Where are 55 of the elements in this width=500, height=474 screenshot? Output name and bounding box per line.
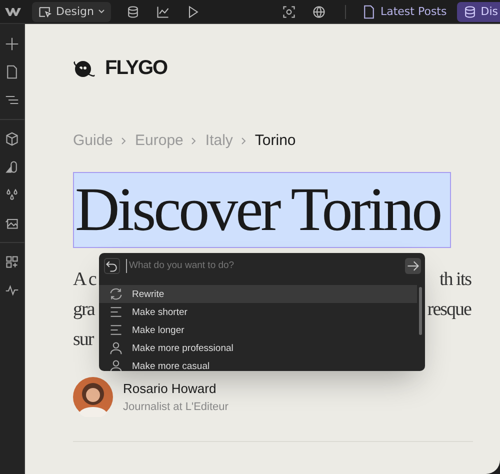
breadcrumb-item[interactable]: Torino [254, 132, 296, 149]
design-mode-button[interactable]: Design [32, 2, 111, 22]
chevron-icon [121, 136, 128, 144]
database-icon [126, 4, 140, 18]
database-icon [462, 4, 477, 18]
chevron-icon [191, 136, 198, 144]
arrow-icon [406, 258, 420, 272]
paragraph-text: th its [440, 268, 471, 292]
menu-item[interactable]: Make shorter [99, 303, 417, 321]
scrollbar[interactable] [419, 287, 422, 335]
undo-icon [105, 258, 119, 272]
refresh-icon [109, 287, 123, 301]
page-heading[interactable]: Discover Torino [73, 172, 451, 248]
avatar [73, 377, 113, 417]
menu-item[interactable]: Make more casual [99, 357, 417, 371]
author-role: Journalist at L'Editeur [123, 401, 228, 413]
pulse-icon [5, 283, 19, 297]
chart-icon [156, 4, 170, 18]
prompt-input[interactable]: What do you want to do? [126, 258, 399, 272]
chevron-icon [98, 9, 105, 14]
author-name: Rosario Howard [123, 381, 218, 396]
add-button[interactable] [3, 35, 21, 53]
globe-icon [312, 4, 326, 18]
lines-icon [5, 93, 19, 107]
lines-icon [109, 305, 123, 319]
chevron-icon [240, 136, 247, 144]
menu-item[interactable]: Make longer [99, 321, 417, 339]
paragraph-text: A c [73, 268, 96, 292]
cursor-icon [38, 4, 52, 18]
logo-icon[interactable] [4, 6, 20, 16]
menu-item[interactable]: Make more professional [99, 339, 417, 357]
paragraph-text: resque [427, 298, 471, 322]
submit-button[interactable] [405, 258, 421, 274]
focus-icon [282, 4, 296, 18]
person-icon [109, 341, 123, 355]
paragraph-text: sur [73, 328, 94, 352]
lines-icon [109, 323, 123, 337]
paint-icon [5, 160, 19, 174]
page-icon [5, 65, 19, 79]
drops-icon [5, 188, 19, 202]
menu-item[interactable]: Rewrite [99, 285, 417, 303]
image-icon [5, 216, 19, 230]
apps-icon [5, 255, 19, 269]
paragraph-text: gra [73, 298, 94, 322]
brand-name: FLYGO [105, 57, 168, 80]
back-button[interactable] [104, 258, 120, 274]
page-icon [362, 4, 376, 18]
apps-button[interactable] [3, 253, 21, 271]
logo-icon [73, 58, 95, 78]
person-icon [109, 359, 123, 371]
add-icon [5, 37, 19, 51]
components-button[interactable] [3, 130, 21, 148]
page-tab[interactable]: Latest Posts [356, 2, 453, 22]
cube-icon [5, 132, 19, 146]
page-tab[interactable]: Dis [456, 2, 500, 22]
